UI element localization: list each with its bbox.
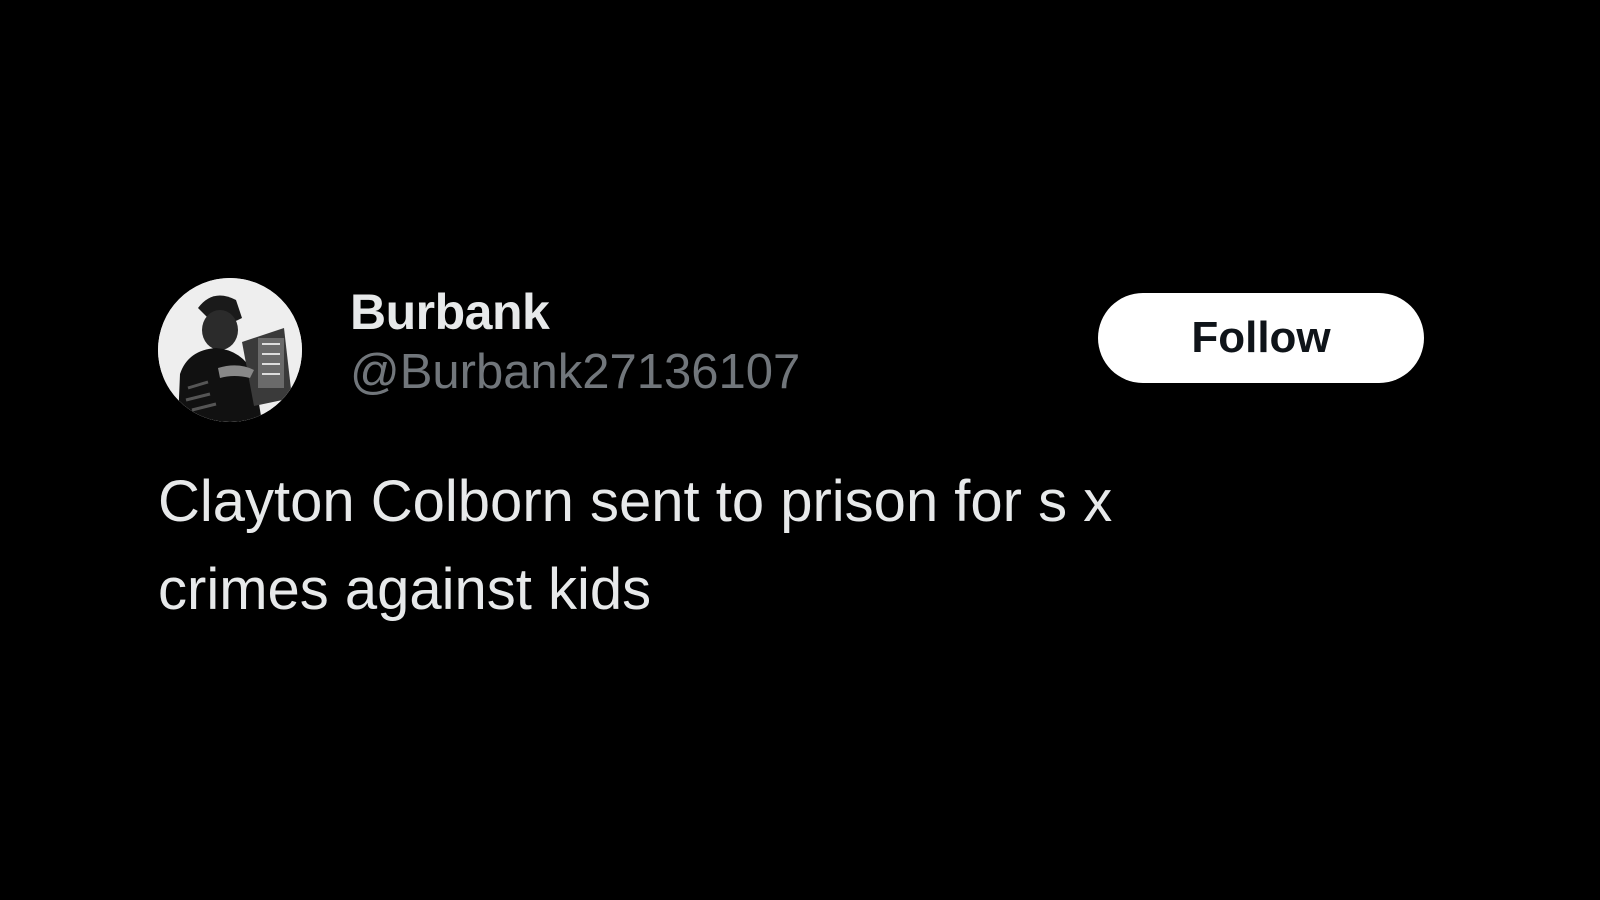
- tweet-header: Burbank @Burbank27136107 Follow: [158, 278, 1426, 428]
- display-name[interactable]: Burbank: [350, 284, 800, 340]
- tweet-card: Burbank @Burbank27136107 Follow Clayton …: [158, 278, 1426, 638]
- avatar-illustration-icon: [158, 278, 302, 422]
- follow-button[interactable]: Follow: [1098, 293, 1424, 383]
- tweet-text-line-2: crimes against kids: [158, 557, 652, 622]
- tweet-text: Clayton Colborn sent to prison for s x c…: [158, 458, 1358, 634]
- author-names: Burbank @Burbank27136107: [350, 284, 800, 402]
- tweet-text-line-1: Clayton Colborn sent to prison for s x: [158, 469, 1113, 534]
- user-handle[interactable]: @Burbank27136107: [350, 342, 800, 402]
- avatar[interactable]: [158, 278, 302, 422]
